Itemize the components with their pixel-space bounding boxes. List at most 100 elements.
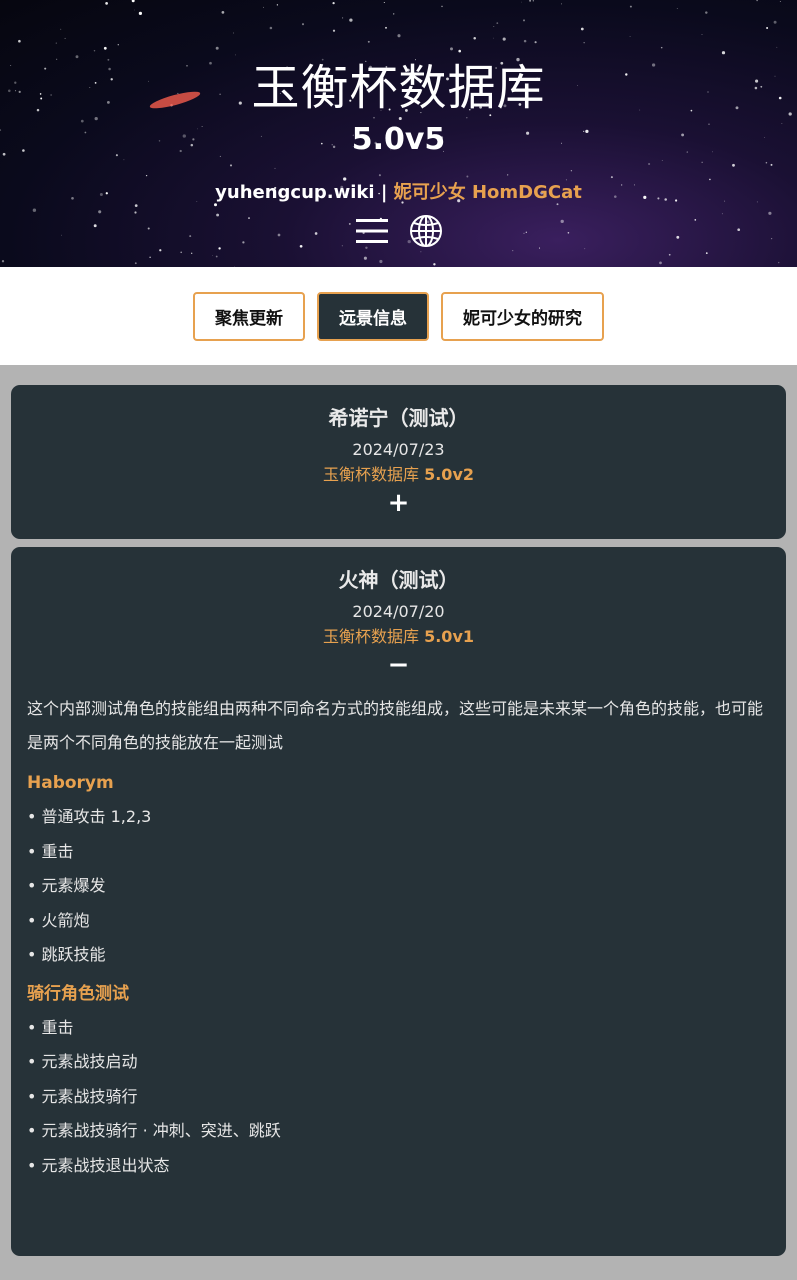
star-dot [215, 255, 218, 258]
star-dot [523, 39, 527, 43]
collapse-toggle[interactable]: − [11, 648, 786, 682]
card-date: 2024/07/20 [352, 602, 445, 621]
star-dot [367, 40, 370, 43]
star-dot [138, 11, 143, 16]
tab-nicole-research[interactable]: 妮可少女的研究 [441, 291, 604, 341]
star-dot [263, 6, 264, 8]
star-dot [1, 260, 5, 263]
star-dot [383, 1, 385, 4]
star-dot [159, 249, 162, 252]
star-dot [105, 2, 108, 5]
star-dot [180, 251, 182, 254]
star-dot [18, 39, 21, 43]
card-body: 这个内部测试角色的技能组由两种不同命名方式的技能组成，这些可能是未来某一个角色的… [11, 682, 786, 1205]
star-dot [732, 163, 735, 167]
star-dot [502, 37, 506, 41]
star-dot [233, 32, 234, 34]
expand-toggle[interactable]: + [11, 486, 786, 520]
star-dot [705, 11, 708, 14]
card-database-version: 玉衡杯数据库 5.0v1 [11, 626, 786, 648]
info-card-collapsed: 希诺宁（测试） 2024/07/23 玉衡杯数据库 5.0v2 + [11, 385, 786, 539]
section-title: Haborym [27, 773, 114, 793]
star-dot [274, 167, 276, 169]
star-dot [420, 251, 422, 253]
star-dot [332, 1, 335, 5]
card-title: 希诺宁（测试） [328, 406, 469, 430]
tab-focus-updates[interactable]: 聚焦更新 [193, 291, 305, 341]
star-dot [276, 4, 279, 6]
star-dot [765, 161, 768, 164]
star-dot [117, 44, 119, 46]
star-dot [473, 37, 476, 40]
star-dot [433, 263, 436, 266]
list-item: 元素爆发 [27, 869, 770, 904]
star-dot [701, 161, 703, 163]
star-dot [701, 34, 703, 35]
db-label: 玉衡杯数据库 [322, 627, 419, 646]
star-dot [529, 0, 532, 2]
star-dot [134, 262, 137, 265]
section-title: 骑行角色测试 [27, 983, 129, 1004]
star-dot [123, 159, 125, 161]
star-dot [534, 41, 537, 44]
credits-line: yuhengcup.wiki | 妮可少女 HomDGCat [0, 178, 797, 204]
star-dot [629, 35, 631, 38]
menu-icon[interactable] [355, 214, 389, 248]
credits-separator: | [380, 182, 388, 203]
star-dot [349, 18, 353, 22]
page-title: 玉衡杯数据库 [251, 60, 546, 116]
star-dot [512, 250, 514, 252]
star-dot [234, 266, 236, 267]
author-link[interactable]: 妮可少女 HomDGCat [394, 182, 582, 203]
globe-icon[interactable] [409, 214, 443, 248]
star-dot [493, 37, 495, 39]
star-dot [134, 204, 138, 207]
card-date: 2024/07/23 [352, 440, 445, 459]
card-title: 火神（测试） [338, 568, 459, 592]
star-dot [301, 23, 305, 26]
star-dot [332, 29, 336, 32]
star-dot [191, 252, 193, 254]
list-item: 火箭炮 [27, 904, 770, 939]
star-dot [507, 174, 509, 176]
star-dot [379, 259, 383, 264]
star-dot [648, 162, 651, 166]
list-item: 重击 [27, 1011, 770, 1046]
star-dot [393, 13, 395, 15]
star-dot [441, 5, 443, 8]
star-dot [779, 0, 781, 2]
list-item: 跳跃技能 [27, 938, 770, 973]
star-dot [570, 170, 573, 172]
star-dot [756, 0, 758, 2]
star-dot [145, 174, 148, 177]
star-dot [60, 28, 62, 30]
star-dot [378, 174, 381, 177]
site-link[interactable]: yuhengcup.wiki [215, 182, 374, 203]
list-item: 重击 [27, 835, 770, 870]
card-header: 火神（测试） 2024/07/20 玉衡杯数据库 5.0v1 − [11, 547, 786, 682]
star-dot [580, 27, 584, 31]
star-dot [773, 20, 777, 24]
tab-outlook-info[interactable]: 远景信息 [317, 291, 429, 341]
db-version: 5.0v1 [424, 627, 474, 646]
star-dot [397, 34, 401, 38]
star-dot [64, 37, 66, 39]
list-item: 元素战技启动 [27, 1045, 770, 1080]
star-dot [212, 255, 213, 256]
star-dot [561, 3, 562, 5]
card-list: 希诺宁（测试） 2024/07/23 玉衡杯数据库 5.0v2 + 火神（测试）… [0, 365, 797, 1256]
star-dot [584, 248, 586, 250]
star-dot [532, 0, 534, 2]
card-database-version: 玉衡杯数据库 5.0v2 [11, 464, 786, 486]
star-dot [131, 0, 135, 3]
db-version: 5.0v2 [424, 465, 474, 484]
list-item: 元素战技退出状态 [27, 1149, 770, 1184]
star-dot [629, 5, 632, 8]
star-dot [705, 252, 708, 254]
db-label: 玉衡杯数据库 [322, 465, 419, 484]
star-dot [363, 256, 367, 260]
star-dot [342, 17, 344, 19]
star-dot [583, 42, 585, 44]
star-dot [98, 210, 102, 214]
star-dot [778, 261, 780, 264]
